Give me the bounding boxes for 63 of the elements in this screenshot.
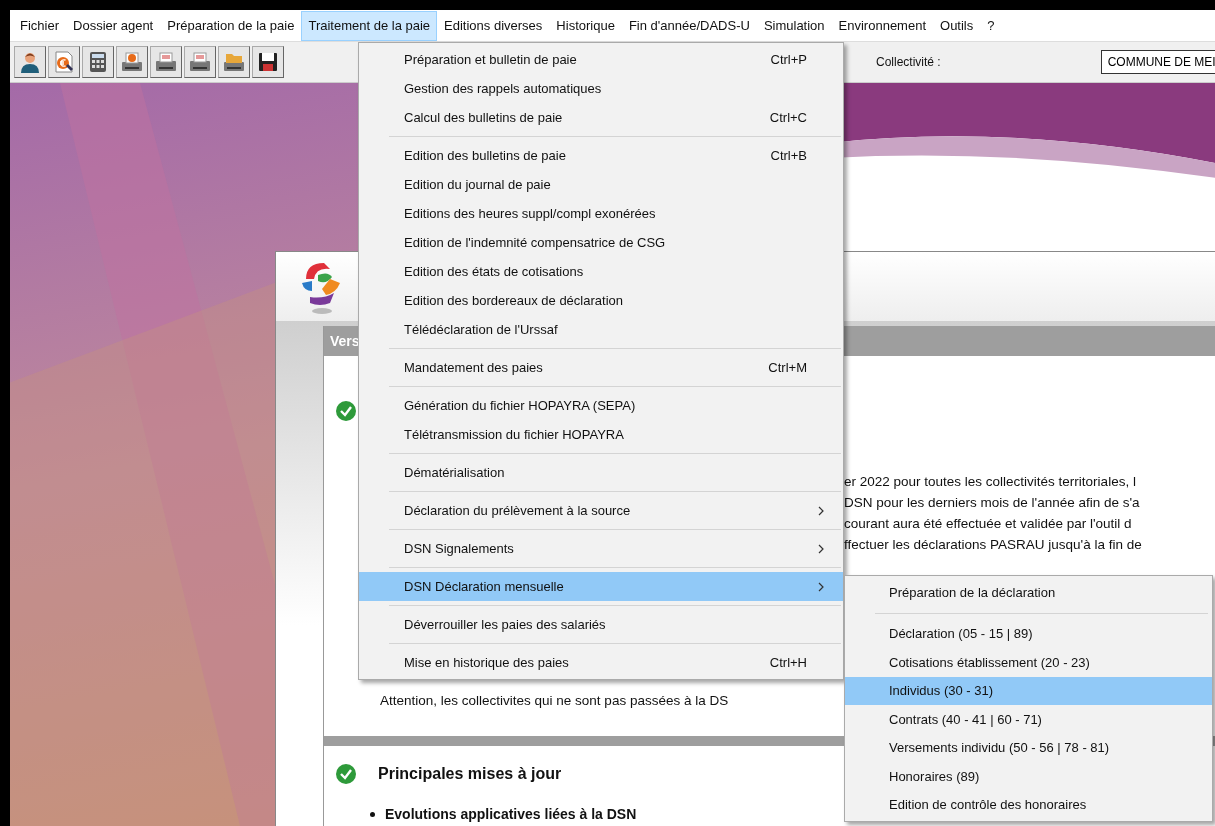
chevron-right-icon <box>817 505 825 516</box>
text-line: Attention, les collectivites qui ne sont pas passées à la DS <box>380 693 730 708</box>
bullet-text: Evolutions applicatives liées à la DSN <box>385 806 637 822</box>
euro-printer-icon <box>120 50 144 74</box>
check-icon <box>336 764 356 784</box>
menu-option[interactable]: Télétransmission du fichier HOPAYRA <box>359 420 843 449</box>
text-line: courant aura été effectuée et validée par l'outil d <box>844 515 1133 533</box>
menu-item[interactable]: Outils <box>933 10 981 41</box>
toolbar-button[interactable] <box>184 46 216 78</box>
menu-option[interactable]: Edition du journal de paie <box>359 170 843 199</box>
euro-document-icon <box>52 50 76 74</box>
menu-item[interactable]: ? <box>980 10 1002 41</box>
section-title: Principales mises à jour <box>378 765 562 783</box>
menu-item[interactable]: Environnement <box>831 10 934 41</box>
menu-option[interactable]: Cotisations établissement (20 - 23) <box>845 648 1212 677</box>
menu-item[interactable]: Historique <box>549 10 622 41</box>
text-line: DSN pour les derniers mois de l'année afin de s'a <box>844 494 1141 512</box>
menu-item[interactable]: Dossier agent <box>66 10 161 41</box>
menu-option[interactable]: Dématérialisation <box>359 458 843 487</box>
menu-option[interactable]: Individus (30 - 31) <box>845 676 1212 705</box>
menu-option[interactable]: Gestion des rappels automatiques <box>359 74 843 103</box>
menu-option[interactable]: DSN Signalements <box>359 534 843 563</box>
menu-item[interactable]: Fichier <box>13 10 66 41</box>
collectivite-label: Collectivité : <box>876 55 941 69</box>
menu-option[interactable]: Edition des bulletins de paie Ctrl+B <box>359 141 843 170</box>
menu-option[interactable]: Déverrouiller les paies des salariés <box>359 610 843 639</box>
menu-option[interactable]: Déclaration du prélèvement à la source <box>359 496 843 525</box>
menu-option[interactable]: Editions des heures suppl/compl exonérées <box>359 199 843 228</box>
menu-item[interactable]: Simulation <box>756 10 832 41</box>
menu-option[interactable]: Mise en historique des paies Ctrl+H <box>359 648 843 677</box>
printer-icon <box>154 50 178 74</box>
bullet-icon <box>370 811 375 817</box>
text-line: ffectuer les déclarations PASRAU jusqu'à la fin de <box>844 536 1143 554</box>
menu-item[interactable]: Editions diverses <box>437 10 550 41</box>
collectivite-field[interactable]: COMMUNE DE MEI <box>1100 50 1215 74</box>
toolbar-button[interactable] <box>150 46 182 78</box>
person-icon <box>18 50 42 74</box>
menu-item[interactable]: Fin d'année/DADS-U <box>621 10 757 41</box>
menu-item[interactable]: Préparation de la paie <box>160 10 302 41</box>
menu-option[interactable]: Edition des états de cotisations <box>359 257 843 286</box>
chevron-right-icon <box>817 581 825 592</box>
printer-icon <box>188 50 212 74</box>
menu-option[interactable]: Génération du fichier HOPAYRA (SEPA) <box>359 391 843 420</box>
menu-option[interactable]: Edition de contrôle des honoraires <box>845 790 1212 819</box>
menu-option[interactable]: Versements individu (50 - 56 | 78 - 81) <box>845 733 1212 762</box>
menu-option[interactable]: DSN Déclaration mensuelle <box>359 572 843 601</box>
toolbar-button[interactable] <box>218 46 250 78</box>
menu-option[interactable]: Edition de l'indemnité compensatrice de CSG <box>359 228 843 257</box>
menu-option[interactable]: Edition des bordereaux de déclaration <box>359 286 843 315</box>
menu-option[interactable]: Contrats (40 - 41 | 60 - 71) <box>845 705 1212 734</box>
toolbar-button[interactable] <box>82 46 114 78</box>
menu-option[interactable]: Préparation de la déclaration <box>845 578 1212 607</box>
menu-option[interactable]: Calcul des bulletins de paie Ctrl+C <box>359 103 843 132</box>
menu-option[interactable]: Honoraires (89) <box>845 762 1212 791</box>
text-line: er 2022 pour toutes les collectivités territoriales, l <box>844 473 1137 491</box>
menu-option[interactable]: Déclaration (05 - 15 | 89) <box>845 619 1212 648</box>
check-icon <box>336 401 356 421</box>
menu-item[interactable]: Traitement de la paie <box>301 10 438 41</box>
toolbar-button[interactable] <box>252 46 284 78</box>
chevron-right-icon <box>817 543 825 554</box>
menu-option[interactable]: Préparation et bulletin de paie Ctrl+P <box>359 45 843 74</box>
menu-option[interactable]: Mandatement des paies Ctrl+M <box>359 353 843 382</box>
toolbar-button[interactable] <box>116 46 148 78</box>
